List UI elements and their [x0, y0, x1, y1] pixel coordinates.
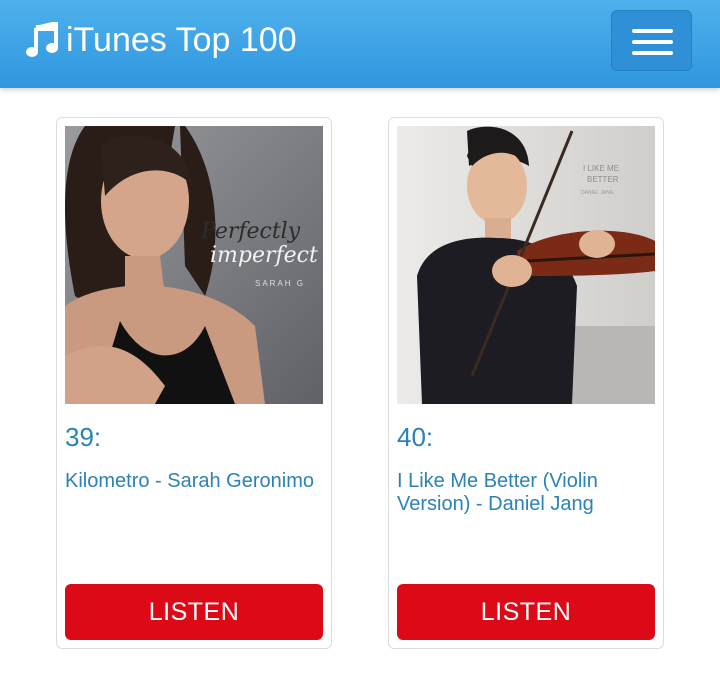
song-card: I LIKE ME BETTER DANIEL JANG 40: I Like … [388, 117, 664, 649]
svg-text:I LIKE ME: I LIKE ME [583, 164, 619, 173]
svg-text:imperfect: imperfect [210, 243, 318, 268]
svg-text:Perfectly: Perfectly [200, 219, 301, 244]
listen-button[interactable]: LISTEN [397, 584, 655, 640]
navbar: iTunes Top 100 [0, 0, 720, 88]
listen-button[interactable]: LISTEN [65, 584, 323, 640]
song-title[interactable]: I Like Me Better (Violin Version) - Dani… [397, 470, 655, 516]
brand[interactable]: iTunes Top 100 [26, 18, 297, 62]
song-title[interactable]: Kilometro - Sarah Geronimo [65, 470, 323, 493]
brand-title: iTunes Top 100 [66, 21, 297, 59]
album-cover[interactable]: I LIKE ME BETTER DANIEL JANG [397, 126, 655, 404]
music-note-icon [26, 22, 58, 57]
album-cover[interactable]: Perfectly imperfect SARAH G [65, 126, 323, 404]
song-card: Perfectly imperfect SARAH G 39: Kilometr… [56, 117, 332, 649]
svg-text:DANIEL JANG: DANIEL JANG [581, 190, 614, 196]
song-rank: 40: [397, 422, 434, 452]
svg-text:SARAH G: SARAH G [255, 279, 305, 288]
menu-button[interactable] [611, 10, 692, 71]
song-rank: 39: [65, 422, 102, 452]
svg-text:BETTER: BETTER [587, 175, 619, 184]
